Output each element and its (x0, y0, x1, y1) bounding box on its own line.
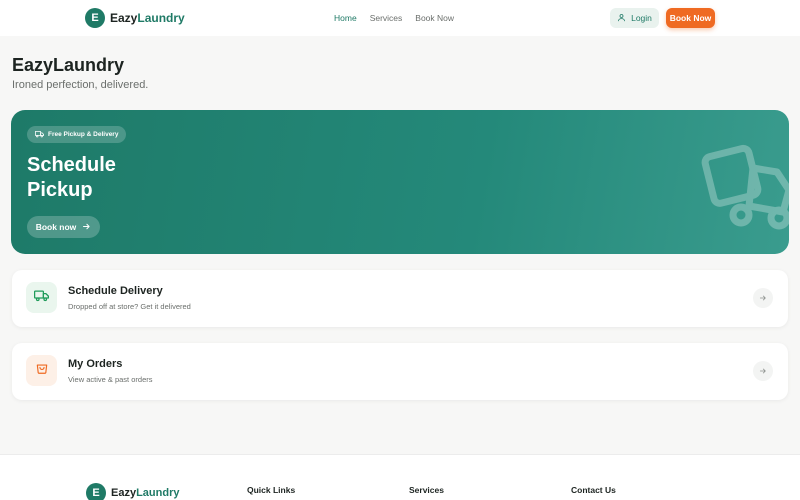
brand-logo[interactable]: E EazyLaundry (85, 8, 185, 28)
page-subtitle: Ironed perfection, delivered. (12, 79, 149, 91)
page-title: EazyLaundry (12, 55, 125, 75)
book-now-hero-button[interactable]: Book now (27, 216, 100, 238)
brand-name: EazyLaundry (110, 11, 185, 25)
truck-icon (34, 130, 45, 140)
card-title: My Orders (68, 358, 123, 370)
footer-heading-services: Services (409, 485, 444, 495)
truck-illustration-icon (701, 140, 789, 235)
footer-brand-prefix: Eazy (111, 487, 137, 499)
site-footer: E EazyLaundry Quick Links Services Conta… (0, 454, 800, 500)
card-title: Schedule Delivery (68, 285, 163, 297)
main-nav: Home Services Book Now (334, 13, 454, 23)
nav-home[interactable]: Home (334, 13, 357, 23)
nav-services[interactable]: Services (370, 13, 403, 23)
card-icon-wrap (26, 355, 57, 386)
logo-badge: E (85, 8, 105, 28)
footer-logo[interactable]: E EazyLaundry (86, 483, 179, 500)
my-orders-card[interactable]: My Orders View active & past orders (12, 343, 788, 400)
brand-name-suffix: Laundry (137, 11, 185, 25)
arrow-right-icon (82, 222, 91, 233)
truck-icon (34, 289, 49, 307)
card-icon-wrap (26, 282, 57, 313)
hero-badge: Free Pickup & Delivery (27, 126, 127, 143)
nav-book-now[interactable]: Book Now (415, 13, 454, 23)
top-header: E EazyLaundry Home Services Book Now Log… (0, 0, 800, 36)
login-label: Login (631, 13, 652, 23)
arrow-right-icon[interactable] (753, 288, 773, 308)
hero-badge-text: Free Pickup & Delivery (48, 131, 119, 138)
user-icon (617, 13, 626, 24)
footer-brand-suffix: Laundry (136, 487, 180, 499)
footer-logo-badge: E (86, 483, 106, 500)
schedule-pickup-hero[interactable]: Free Pickup & Delivery Schedule Pickup B… (11, 110, 789, 254)
brand-name-prefix: Eazy (110, 11, 138, 25)
schedule-delivery-card[interactable]: Schedule Delivery Dropped off at store? … (12, 270, 788, 327)
shopping-bag-icon (35, 361, 49, 380)
footer-heading-contact-us: Contact Us (571, 485, 616, 495)
card-subtitle: View active & past orders (68, 375, 153, 384)
footer-heading-quick-links: Quick Links (247, 485, 296, 495)
arrow-right-icon[interactable] (753, 361, 773, 381)
hero-title: Schedule Pickup (27, 154, 116, 201)
footer-brand-name: EazyLaundry (111, 487, 179, 499)
login-button[interactable]: Login (610, 8, 659, 28)
card-subtitle: Dropped off at store? Get it delivered (68, 302, 191, 311)
book-now-button[interactable]: Book Now (666, 8, 715, 28)
hero-cta-label: Book now (35, 222, 77, 232)
